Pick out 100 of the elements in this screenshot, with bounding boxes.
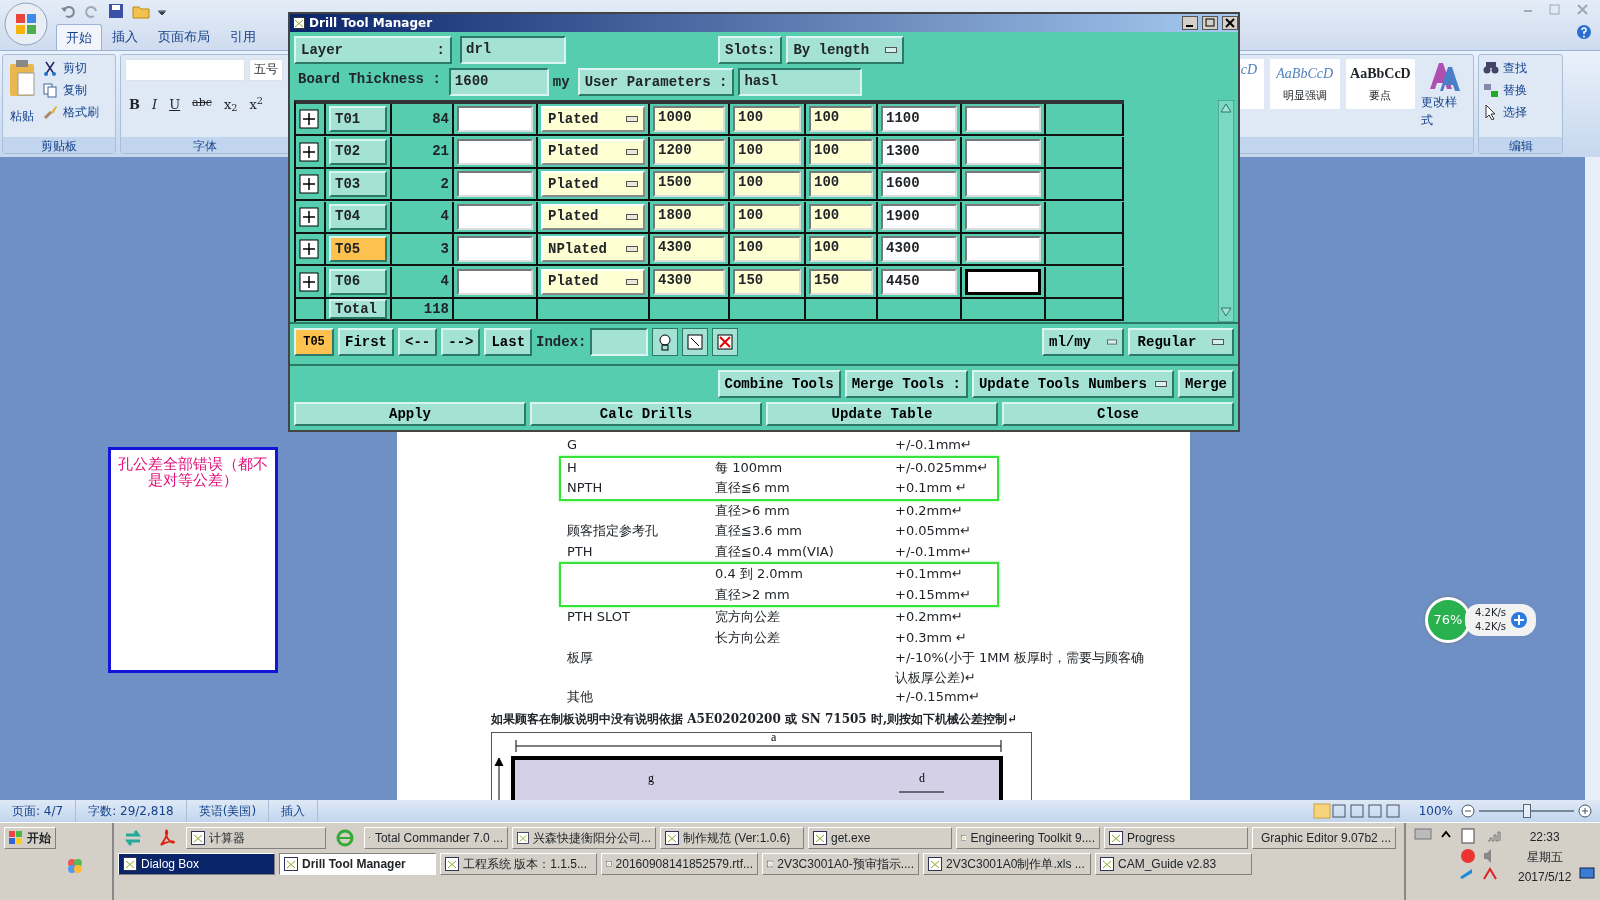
dropdown-icon[interactable] <box>158 7 166 16</box>
nav-button[interactable]: Last <box>484 328 533 356</box>
ribbon-tab[interactable]: 插入 <box>102 22 148 50</box>
pdf-icon[interactable] <box>158 829 176 847</box>
value-field[interactable]: 1300 <box>881 138 957 165</box>
value-field[interactable]: 100 <box>733 106 801 132</box>
format-button[interactable]: B <box>125 95 144 115</box>
text-field[interactable] <box>457 236 533 263</box>
value-field[interactable]: 4450 <box>881 268 957 295</box>
bulb-icon[interactable] <box>652 328 679 356</box>
layer-field[interactable]: drl <box>460 36 566 64</box>
text-field[interactable] <box>457 138 533 165</box>
taskbar-button[interactable]: 制作规范 (Ver:1.0.6) <box>660 827 804 849</box>
format-button[interactable]: x$^{2}$ <box>245 95 267 115</box>
desktop-icon[interactable] <box>1579 867 1596 881</box>
taskbar-button[interactable]: Drill Tool Manager <box>279 853 436 875</box>
office-logo-icon[interactable] <box>4 2 48 46</box>
close-icon[interactable] <box>1222 16 1238 30</box>
value-field[interactable]: 1800 <box>653 203 725 230</box>
clipboard-item[interactable]: 复制 <box>63 81 87 99</box>
value-field[interactable]: 4300 <box>653 236 725 263</box>
maximize-icon[interactable] <box>1202 16 1218 30</box>
combine-button[interactable]: Combine Tools <box>717 370 841 398</box>
text-field[interactable] <box>965 268 1041 295</box>
text-field[interactable] <box>965 203 1041 230</box>
taskbar-button[interactable]: Dialog Box <box>118 853 275 875</box>
value-field[interactable]: 1000 <box>653 106 725 132</box>
ribbon-tab[interactable]: 引用 <box>220 22 266 50</box>
editing-item[interactable]: 选择 <box>1503 103 1527 121</box>
taskbar-button[interactable]: Total Commander 7.0 ... <box>364 827 508 849</box>
taskbar-button[interactable]: CAM_Guide v2.83 <box>1095 853 1252 875</box>
text-field[interactable] <box>457 268 533 295</box>
save-icon[interactable] <box>108 3 124 20</box>
zoom-out-icon[interactable] <box>1461 804 1475 818</box>
value-field[interactable]: 4300 <box>881 236 957 263</box>
action-button[interactable]: Update Table <box>766 402 998 426</box>
taskbar-button[interactable]: get.exe <box>808 827 952 849</box>
text-field[interactable] <box>457 106 533 132</box>
value-field[interactable]: 1900 <box>881 203 957 230</box>
clipboard-item[interactable]: 剪切 <box>63 59 87 77</box>
value-field[interactable]: 100 <box>733 138 801 165</box>
dropdown[interactable]: Update Tools Numbers <box>971 370 1174 398</box>
nav-button[interactable]: --> <box>441 328 481 356</box>
ribbon-tab[interactable]: 页面布局 <box>148 22 220 50</box>
taskbar-button[interactable]: 2V3C3001A0制作单.xls ... <box>923 853 1091 875</box>
dropdown[interactable]: ml/my <box>1042 328 1124 356</box>
taskbar-button[interactable]: 2V3C3001A0-预审指示.... <box>762 853 919 875</box>
font-name-field[interactable] <box>125 59 245 81</box>
start-button[interactable]: 开始 <box>4 827 56 849</box>
user-parameters-field[interactable]: hasl <box>738 68 863 96</box>
expand-icon[interactable] <box>299 206 319 227</box>
text-field[interactable] <box>965 138 1041 165</box>
type-dropdown[interactable]: NPlated <box>541 236 645 263</box>
type-dropdown[interactable]: Plated <box>541 268 645 295</box>
dropdown[interactable]: Regular <box>1128 328 1234 356</box>
nav-button[interactable]: First <box>338 328 394 356</box>
action-button[interactable]: Close <box>1002 402 1234 426</box>
type-dropdown[interactable]: Plated <box>541 171 645 198</box>
minimize-icon[interactable] <box>1182 16 1198 30</box>
taskbar-button[interactable]: Engineering Toolkit 9.... <box>956 827 1100 849</box>
ribbon-tab[interactable]: 开始 <box>56 23 102 50</box>
font-size-field[interactable]: 五号 <box>249 59 283 81</box>
value-field[interactable]: 1100 <box>881 106 957 132</box>
expand-icon[interactable] <box>299 141 319 162</box>
type-dropdown[interactable]: Plated <box>541 203 645 230</box>
merge-button[interactable]: Merge <box>1178 370 1234 398</box>
delete-icon[interactable] <box>712 328 739 356</box>
text-field[interactable] <box>965 236 1041 263</box>
type-dropdown[interactable]: Plated <box>541 138 645 165</box>
tool-button[interactable]: T04 <box>329 203 387 230</box>
help-icon[interactable] <box>1576 24 1592 40</box>
tool-button[interactable]: T03 <box>329 171 387 198</box>
taskbar-button[interactable]: 计算器 <box>186 827 326 849</box>
expand-icon[interactable] <box>299 271 319 292</box>
thickness-field[interactable]: 1600 <box>448 68 549 96</box>
taskbar-button[interactable]: Progress <box>1104 827 1248 849</box>
value-field[interactable]: 100 <box>809 236 873 263</box>
value-field[interactable]: 100 <box>809 171 873 198</box>
value-field[interactable]: 1200 <box>653 138 725 165</box>
editing-item[interactable]: 替换 <box>1503 81 1527 99</box>
taskbar-button[interactable]: 工程系统 版本：1.1.5... <box>440 853 597 875</box>
change-styles-button[interactable]: 更改样式 <box>1421 93 1469 129</box>
zoom-slider-thumb[interactable] <box>1522 804 1531 818</box>
text-field[interactable] <box>965 106 1041 132</box>
refresh-icon[interactable] <box>682 328 709 356</box>
format-button[interactable]: abc <box>188 95 216 115</box>
text-field[interactable] <box>965 171 1041 198</box>
format-button[interactable]: U <box>165 95 185 115</box>
action-button[interactable]: Apply <box>294 402 526 426</box>
view-buttons-icon[interactable] <box>1312 803 1403 819</box>
value-field[interactable]: 150 <box>733 268 801 295</box>
format-button[interactable]: I <box>148 95 162 115</box>
value-field[interactable]: 100 <box>809 203 873 230</box>
scrollbar[interactable] <box>1218 100 1234 322</box>
type-dropdown[interactable]: Plated <box>541 106 645 132</box>
expand-icon[interactable] <box>299 109 319 129</box>
expand-icon[interactable] <box>299 239 319 260</box>
nav-button[interactable]: <-- <box>398 328 438 356</box>
value-field[interactable]: 100 <box>733 203 801 230</box>
scrollbar[interactable] <box>1585 157 1600 800</box>
